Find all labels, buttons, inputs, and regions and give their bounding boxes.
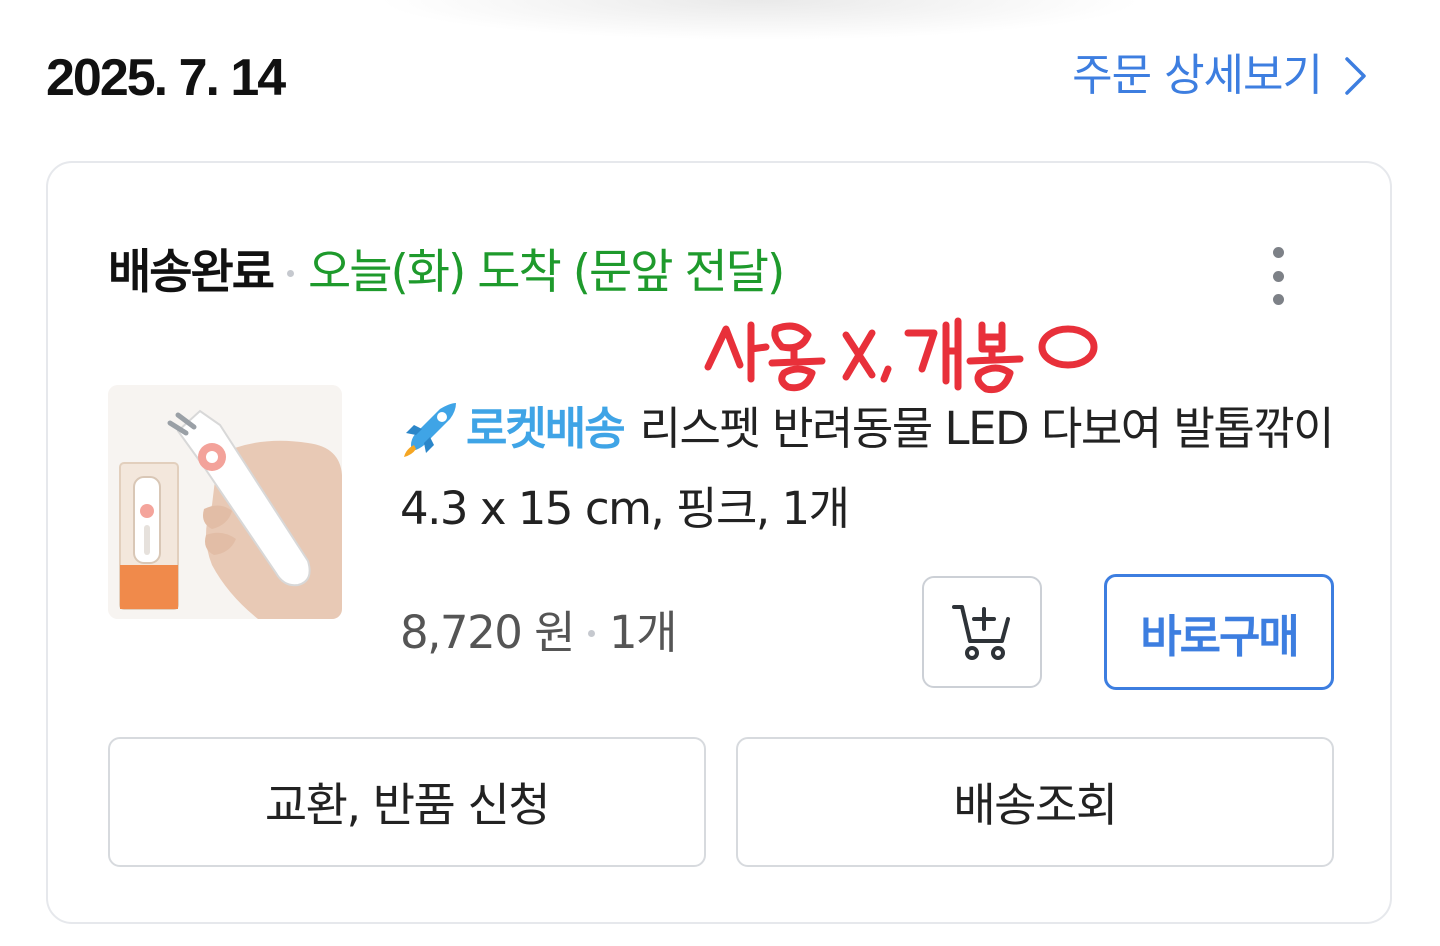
order-detail-label: 주문 상세보기	[1072, 50, 1323, 101]
order-detail-link[interactable]: 주문 상세보기	[1072, 44, 1368, 108]
product-price: 8,720 원	[400, 606, 576, 659]
add-to-cart-button[interactable]	[922, 576, 1042, 688]
delivery-status-row: 배송완료 오늘(화) 도착 (문앞 전달)	[108, 241, 785, 305]
track-delivery-button[interactable]: 배송조회	[736, 737, 1334, 867]
nail-clipper-image	[108, 385, 342, 619]
more-vertical-icon[interactable]	[1264, 247, 1292, 305]
exchange-return-button[interactable]: 교환, 반품 신청	[108, 737, 706, 867]
product-quantity: 1개	[609, 606, 678, 659]
delivery-status: 배송완료	[108, 245, 275, 300]
rocket-delivery-label: 로켓배송	[466, 402, 626, 455]
order-history-page: 2025. 7. 14 주문 상세보기 배송완료 오늘(화) 도착 (문앞 전달…	[0, 0, 1440, 946]
rocket-delivery-badge: 로켓배송	[400, 389, 626, 469]
order-card: 배송완료 오늘(화) 도착 (문앞 전달) 로켓배송 리스펫 반려동물 LED …	[46, 161, 1392, 924]
product-title[interactable]: 로켓배송 리스펫 반려동물 LED 다보여 발톱깎이 4.3 x 15 cm, 핑…	[400, 389, 1360, 549]
cart-plus-icon	[952, 605, 1010, 660]
separator-dot	[286, 269, 294, 277]
separator-dot	[588, 629, 596, 637]
rocket-icon	[404, 403, 456, 457]
order-date: 2025. 7. 14	[46, 49, 286, 107]
buy-now-button[interactable]: 바로구매	[1104, 574, 1334, 690]
arrival-info: 오늘(화) 도착 (문앞 전달)	[307, 245, 785, 300]
chevron-right-icon	[1345, 57, 1366, 95]
price-row: 8,720 원 1개	[400, 601, 678, 665]
product-image[interactable]	[108, 385, 342, 619]
